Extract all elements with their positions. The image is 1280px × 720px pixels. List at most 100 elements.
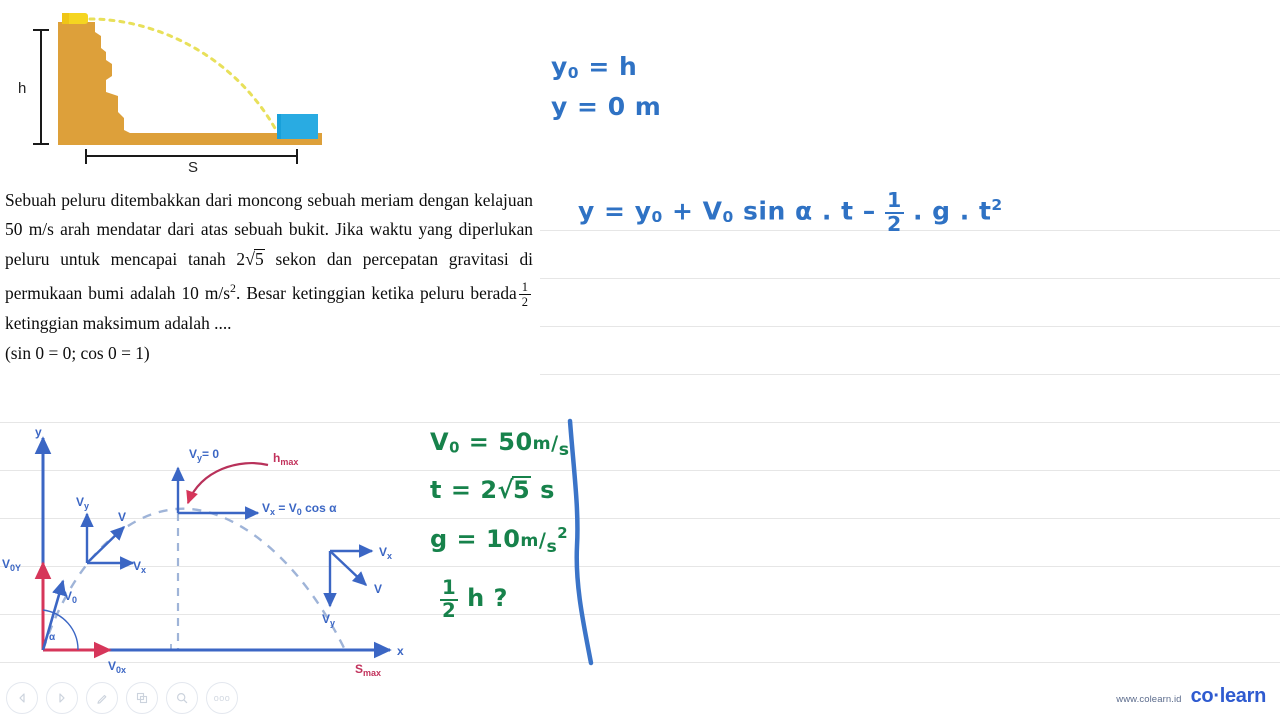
one-half-fraction: 12 xyxy=(518,279,531,309)
hw-y0-value: h xyxy=(618,52,638,81)
hw-half-num: 1 xyxy=(442,576,457,599)
question-line-6a: ketika peluru berada xyxy=(371,283,517,304)
hmax-label: hmax xyxy=(273,451,298,467)
hw-eq-frac-den: 2 xyxy=(884,211,904,236)
copy-icon xyxy=(135,691,149,705)
handwritten-kinematic-equation: y = y0 + V0 sin α . t – 12 . g . t2 xyxy=(578,188,1003,236)
question-line-1: Sebuah peluru ditembakkan dari moncong s… xyxy=(5,190,356,210)
hw-y0-var: y xyxy=(551,52,568,81)
vx-right-label: Vx xyxy=(379,545,392,561)
next-button[interactable] xyxy=(46,682,78,714)
vx-left-label: Vx xyxy=(133,559,146,575)
question-line-4b: sekon dan percepatan gravitasi di xyxy=(275,248,533,269)
vx-top-label: Vx = V0 cos α xyxy=(262,501,337,517)
previous-button[interactable] xyxy=(6,682,38,714)
v0y-label: V0Y xyxy=(2,557,21,573)
hw-eq-y0: y xyxy=(634,196,652,226)
hw-half-fraction: 12 xyxy=(440,576,459,622)
hw-eq-tail: . g . t xyxy=(912,196,992,226)
hw-eq-sin-term: sin α . t xyxy=(743,196,854,226)
hw-v0-label: V xyxy=(430,428,450,456)
hw-v0-eq: = xyxy=(468,428,490,456)
magnifier-icon xyxy=(175,691,189,705)
v0x-label: V0x xyxy=(108,659,126,675)
hw-eq-plus: + xyxy=(672,196,694,226)
brand-url: www.colearn.id xyxy=(1116,694,1182,705)
hw-t-eq: = xyxy=(450,476,472,504)
triangle-left-icon xyxy=(16,692,28,704)
hw-g-unit-den: s xyxy=(546,537,558,558)
hw-v0-value: 50 xyxy=(498,428,533,456)
question-line-6b: ketinggian maksimum adalah .... xyxy=(5,312,232,333)
question-line-5a: permukaan bumi adalah 10 m/s xyxy=(5,283,231,304)
hw-y-value: 0 m xyxy=(607,92,662,121)
hw-half-var: h xyxy=(467,583,485,612)
v-left-label: V xyxy=(118,510,126,524)
hw-g-value: 10 xyxy=(486,525,521,553)
hw-eq-v0-sub: 0 xyxy=(722,208,734,227)
brand-footer: www.colearn.id co·learn xyxy=(1116,685,1266,708)
cliff-trajectory-figure: h S xyxy=(0,0,540,182)
hw-t-unit: s xyxy=(540,476,555,504)
more-button[interactable]: ooo xyxy=(206,682,238,714)
v-right-label: V xyxy=(374,582,382,596)
hw-eq-lhs: y xyxy=(578,196,595,226)
rule-line xyxy=(540,278,1280,279)
hw-eq-equals: = xyxy=(604,196,626,226)
brand-logo-co: co xyxy=(1190,685,1214,707)
hw-g-unit-num: m xyxy=(520,530,539,551)
vy-top-label: Vy= 0 xyxy=(189,447,219,463)
projectile-motion-diagram: y x Vy= 0 hmax Vx = V0 cos α Vy V Vx Vx … xyxy=(0,418,420,690)
vy-left-label: Vy xyxy=(76,495,89,511)
question-line-4a: mencapai tanah 2 xyxy=(110,248,246,269)
hw-y0-sub: 0 xyxy=(567,63,580,82)
hw-eq-minus: – xyxy=(862,196,876,226)
question-line-5b: . Besar ketinggian xyxy=(235,283,366,304)
hw-eq-tail-exp: 2 xyxy=(991,195,1003,214)
brand-logo-learn: learn xyxy=(1219,685,1267,707)
fraction-denominator: 2 xyxy=(518,293,531,309)
hw-y0-eq: = xyxy=(588,52,610,81)
hw-g-unit: m xyxy=(520,530,539,551)
handwritten-given-t: t = 2√5 s xyxy=(430,476,555,504)
hw-eq-half-fraction: 12 xyxy=(884,188,904,236)
question-paragraph: Sebuah peluru ditembakkan dari moncong s… xyxy=(5,186,533,338)
trig-note: (sin 0 = 0; cos 0 = 1) xyxy=(5,342,150,363)
smax-label: Smax xyxy=(355,662,381,678)
hw-eq-frac-num: 1 xyxy=(886,188,902,212)
hw-y-eq: = xyxy=(577,92,599,121)
v0-label: V0 xyxy=(64,589,77,605)
hw-v0-sub: 0 xyxy=(449,438,460,457)
hw-eq-y0-sub: 0 xyxy=(651,208,663,227)
ellipsis-icon: ooo xyxy=(213,693,231,703)
hw-t-coef: 2 xyxy=(480,476,498,504)
zoom-button[interactable] xyxy=(166,682,198,714)
hw-t-label: t xyxy=(430,476,442,504)
hw-g-unit-den-wrap: s xyxy=(546,537,558,558)
hw-half-den: 2 xyxy=(440,598,459,622)
pen-icon xyxy=(95,691,109,705)
handwritten-y0-equation: y0 = h xyxy=(551,52,637,82)
question-text: Sebuah peluru ditembakkan dari moncong s… xyxy=(5,186,533,368)
pen-button[interactable] xyxy=(86,682,118,714)
cliff-distance-label: S xyxy=(188,159,199,176)
handwritten-y-equation: y = 0 m xyxy=(551,92,661,121)
bottom-toolbar[interactable]: ooo xyxy=(6,682,238,714)
handwritten-question-half-h: 12 h ? xyxy=(440,576,508,622)
hw-v0-unit-num: m xyxy=(532,433,552,454)
triangle-right-icon xyxy=(56,692,68,704)
hw-eq-v0: V xyxy=(702,196,723,226)
hw-g-eq: = xyxy=(456,525,478,553)
brand-logo: co·learn xyxy=(1190,685,1267,708)
handwritten-given-v0: V0 = 50 m / s xyxy=(430,428,570,461)
axis-x-label: x xyxy=(397,644,404,658)
hw-g-label: g xyxy=(430,525,448,553)
hw-v0-unit: m xyxy=(532,433,552,454)
rule-line xyxy=(540,326,1280,327)
hw-half-question-mark: ? xyxy=(493,583,508,612)
handwritten-divider-stroke xyxy=(558,418,604,671)
sqrt-radicand: 5 xyxy=(254,248,265,269)
copy-button[interactable] xyxy=(126,682,158,714)
fraction-numerator: 1 xyxy=(521,279,528,294)
axis-y-label: y xyxy=(35,425,42,439)
